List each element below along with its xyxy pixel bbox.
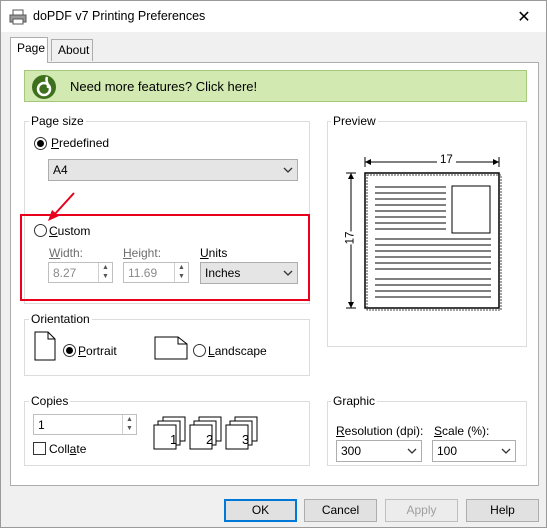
paper-size-select[interactable]: A4 [48,159,298,181]
apply-button[interactable]: Apply [385,499,458,522]
spin-up-icon[interactable]: ▲ [99,263,112,272]
landscape-radio[interactable] [193,344,206,357]
units-label: Units [200,246,228,260]
copies-value: 1 [38,418,45,432]
spin-down-icon[interactable]: ▼ [175,272,188,281]
spin-up-icon[interactable]: ▲ [175,263,188,272]
preview-width-label: 17 [437,154,456,166]
page-number-3: 3 [242,432,250,447]
scale-value: 100 [437,444,458,458]
resolution-label: Resolution (dpi): [336,424,424,438]
scale-label: Scale (%): [434,424,490,438]
spin-down-icon[interactable]: ▼ [99,272,112,281]
page-size-legend: Page size [29,114,86,128]
portrait-label: Portrait [78,344,117,358]
width-spinner-arrows[interactable]: ▲ ▼ [98,263,112,282]
upgrade-banner[interactable]: Need more features? Click here! [24,70,527,102]
preview-legend: Preview [331,114,378,128]
collate-label: Collate [49,442,87,456]
page-preview-diagram [346,157,502,311]
copies-legend: Copies [29,394,71,408]
landscape-page-icon [154,336,188,360]
preview-height-label: 17 [343,231,358,245]
printer-icon [9,9,27,25]
preferences-window: doPDF v7 Printing Preferences ✕ Page Abo… [0,0,547,528]
spin-up-icon[interactable]: ▲ [123,415,136,424]
height-label: Height: [123,246,162,260]
title-bar: doPDF v7 Printing Preferences ✕ [1,1,546,32]
close-icon: ✕ [517,8,531,26]
tab-page-label: Page [17,41,46,55]
tab-about-label: About [58,43,90,57]
window-title: doPDF v7 Printing Preferences [33,9,206,23]
chevron-down-icon [407,448,417,454]
ok-button[interactable]: OK [224,499,297,522]
resolution-value: 300 [341,444,362,458]
tab-page[interactable]: Page [10,37,48,63]
dopdf-logo-icon [32,75,56,99]
predefined-radio[interactable] [34,137,47,150]
scale-select[interactable]: 100 [432,440,516,462]
graphic-legend: Graphic [331,394,378,408]
tab-about[interactable]: About [51,39,93,61]
width-spinner[interactable]: 8.27 ▲ ▼ [48,262,113,283]
landscape-label: Landscape [208,344,267,358]
page-number-2: 2 [206,432,214,447]
help-button[interactable]: Help [466,499,539,522]
chevron-down-icon [283,270,293,276]
close-button[interactable]: ✕ [502,1,546,32]
copies-spinner[interactable]: 1 ▲ ▼ [33,414,137,435]
height-spinner-arrows[interactable]: ▲ ▼ [174,263,188,282]
portrait-radio[interactable] [63,344,76,357]
portrait-page-icon [34,331,56,361]
spin-down-icon[interactable]: ▼ [123,424,136,433]
paper-size-value: A4 [53,163,68,177]
custom-radio[interactable] [34,224,47,237]
copies-spinner-arrows[interactable]: ▲ ▼ [122,415,136,434]
height-value: 11.69 [128,266,158,280]
chevron-down-icon [283,167,293,173]
predefined-label: Predefined [51,136,110,150]
height-spinner[interactable]: 11.69 ▲ ▼ [123,262,189,283]
page-number-1: 1 [170,432,178,447]
width-value: 8.27 [53,266,77,280]
chevron-down-icon [501,448,511,454]
resolution-select[interactable]: 300 [336,440,422,462]
collate-pages-illustration: 1 2 3 [153,416,263,450]
units-select[interactable]: Inches [200,262,298,284]
units-value: Inches [205,266,241,280]
collate-checkbox[interactable] [33,442,46,455]
width-label: Width: [49,246,84,260]
cancel-button[interactable]: Cancel [304,499,377,522]
orientation-legend: Orientation [29,312,92,326]
custom-label: Custom [49,224,91,238]
banner-text: Need more features? Click here! [70,79,258,94]
page-tab-panel: Need more features? Click here! Page siz… [10,62,539,486]
